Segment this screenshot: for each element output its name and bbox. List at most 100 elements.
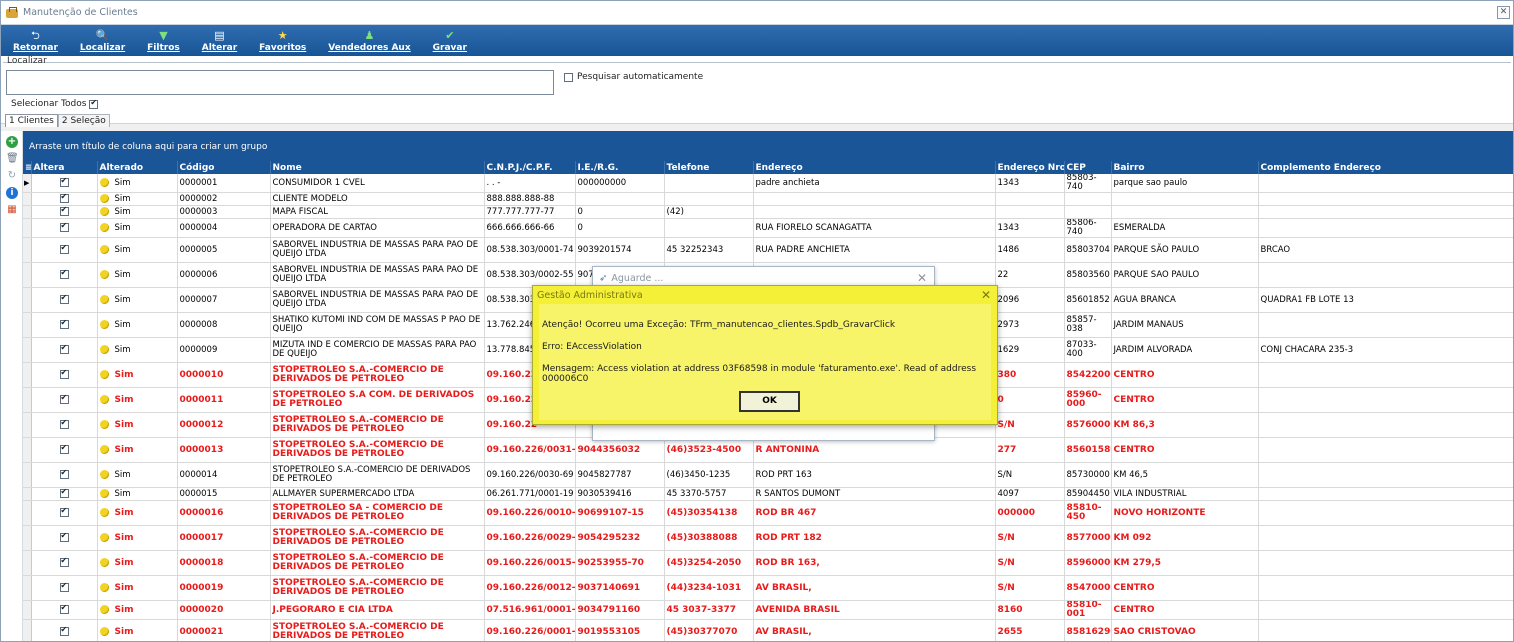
toolbar-button-favoritos[interactable]: ★ Favoritos — [259, 29, 306, 56]
altera-cell[interactable] — [31, 362, 98, 388]
altera-cell[interactable] — [31, 462, 98, 488]
toolbar-button-filtros[interactable]: ▼ Filtros — [147, 29, 180, 56]
column-header-endere-o[interactable]: Endereço — [753, 161, 996, 174]
altera-cell[interactable] — [31, 192, 98, 206]
altera-cell[interactable] — [31, 205, 98, 219]
row-indicator[interactable] — [23, 462, 32, 488]
tab-clientes[interactable]: 1 Clientes — [5, 114, 58, 127]
row-indicator[interactable] — [23, 575, 32, 601]
table-row[interactable]: Sim 0000015ALLMAYER SUPERMERCADO LTDA06.2… — [23, 487, 1513, 501]
window-close-button[interactable]: ✕ — [1497, 6, 1510, 19]
row-indicator[interactable] — [23, 600, 32, 620]
row-indicator[interactable] — [23, 500, 32, 526]
altera-cell[interactable] — [31, 437, 98, 463]
column-header-nome[interactable]: Nome — [270, 161, 485, 174]
row-indicator[interactable]: ▶ — [23, 174, 32, 193]
row-indicator[interactable] — [23, 487, 32, 501]
altera-checkbox[interactable] — [59, 318, 69, 329]
column-header-altera[interactable]: Altera — [31, 161, 98, 174]
error-dialog-close-button[interactable]: ✕ — [981, 288, 991, 302]
row-indicator[interactable] — [23, 619, 32, 641]
ok-button[interactable]: OK — [739, 391, 800, 412]
row-indicator[interactable] — [23, 550, 32, 576]
column-header-endere-o-nro[interactable]: Endereço Nro — [995, 161, 1065, 174]
altera-checkbox[interactable] — [59, 243, 69, 254]
table-row[interactable]: Sim 0000013STOPETROLEO S.A.-COMERCIO DE D… — [23, 437, 1513, 463]
row-indicator[interactable] — [23, 412, 32, 438]
altera-cell[interactable] — [31, 218, 98, 238]
column-header-c-n-p-j-c-p-f-[interactable]: C.N.P.J./C.P.F. — [484, 161, 576, 174]
table-row[interactable]: Sim 0000016STOPETROLEO SA - COMERCIO DE D… — [23, 500, 1513, 526]
table-row[interactable]: Sim 0000003MAPA FISCAL777.777.777-770(42) — [23, 205, 1513, 219]
refresh-icon[interactable]: ↻ — [6, 170, 18, 182]
altera-checkbox[interactable] — [59, 581, 69, 592]
select-all-option[interactable]: Selecionar Todos — [11, 98, 99, 109]
toolbar-button-localizar[interactable]: 🔍 Localizar — [80, 29, 125, 56]
altera-cell[interactable] — [31, 550, 98, 576]
row-indicator[interactable] — [23, 312, 32, 338]
altera-checkbox[interactable] — [59, 343, 69, 354]
tab-selecao[interactable]: 2 Seleção — [57, 114, 110, 127]
altera-cell[interactable] — [31, 600, 98, 620]
grid-settings-icon[interactable]: ▦ — [6, 204, 18, 216]
altera-cell[interactable] — [31, 487, 98, 501]
row-indicator[interactable] — [23, 362, 32, 388]
table-row[interactable]: Sim 0000021STOPETROLEO S.A.-COMERCIO DE D… — [23, 619, 1513, 641]
table-row[interactable]: ▶ Sim 0000001CONSUMIDOR 1 CVEL. . -0000000… — [23, 174, 1513, 193]
altera-cell[interactable] — [31, 287, 98, 313]
altera-checkbox[interactable] — [59, 603, 69, 614]
altera-cell[interactable] — [31, 337, 98, 363]
search-input[interactable] — [6, 70, 554, 95]
info-icon[interactable]: i — [6, 187, 18, 199]
row-indicator[interactable] — [23, 387, 32, 413]
row-indicator[interactable] — [23, 192, 32, 206]
toolbar-button-gravar[interactable]: ✔ Gravar — [433, 29, 467, 56]
auto-search-checkbox[interactable] — [564, 72, 573, 82]
table-row[interactable]: Sim 0000017STOPETROLEO S.A.-COMERCIO DE D… — [23, 525, 1513, 551]
group-by-panel[interactable]: Arraste um título de coluna aqui para cr… — [23, 131, 1513, 161]
table-row[interactable]: Sim 0000014STOPETROLEO S.A.-COMERCIO DE D… — [23, 462, 1513, 488]
table-row[interactable]: Sim 0000019STOPETROLEO S.A.-COMERCIO DE D… — [23, 575, 1513, 601]
altera-cell[interactable] — [31, 525, 98, 551]
table-row[interactable]: Sim 0000005SABORVEL INDUSTRIA DE MASSAS P… — [23, 237, 1513, 263]
row-indicator[interactable] — [23, 437, 32, 463]
altera-cell[interactable] — [31, 174, 98, 193]
altera-checkbox[interactable] — [59, 368, 69, 379]
altera-cell[interactable] — [31, 619, 98, 641]
altera-checkbox[interactable] — [59, 506, 69, 517]
column-header-cep[interactable]: CEP — [1064, 161, 1112, 174]
altera-checkbox[interactable] — [59, 176, 69, 187]
column-header-complemento-endere-o[interactable]: Complemento Endereço — [1258, 161, 1513, 174]
select-all-checkbox[interactable] — [89, 98, 99, 109]
altera-cell[interactable] — [31, 387, 98, 413]
altera-cell[interactable] — [31, 500, 98, 526]
row-indicator[interactable] — [23, 205, 32, 219]
column-header-i-e-r-g-[interactable]: I.E./R.G. — [575, 161, 665, 174]
table-row[interactable]: Sim 0000020J.PEGORARO E CIA LTDA07.516.96… — [23, 600, 1513, 620]
wait-dialog-close-button[interactable]: ✕ — [917, 271, 927, 285]
altera-checkbox[interactable] — [59, 393, 69, 404]
altera-cell[interactable] — [31, 312, 98, 338]
altera-cell[interactable] — [31, 575, 98, 601]
table-row[interactable]: Sim 0000002CLIENTE MODELO888.888.888-88 — [23, 192, 1513, 206]
column-header-bairro[interactable]: Bairro — [1111, 161, 1259, 174]
altera-checkbox[interactable] — [59, 443, 69, 454]
auto-search-option[interactable]: Pesquisar automaticamente — [564, 72, 703, 82]
row-indicator[interactable] — [23, 218, 32, 238]
column-header-c-digo[interactable]: Código — [177, 161, 271, 174]
altera-checkbox[interactable] — [59, 556, 69, 567]
row-indicator[interactable] — [23, 287, 32, 313]
altera-cell[interactable] — [31, 262, 98, 288]
trash-icon[interactable]: 🗑 — [6, 153, 19, 165]
altera-checkbox[interactable] — [59, 488, 69, 498]
row-indicator[interactable] — [23, 525, 32, 551]
table-row[interactable]: Sim 0000004OPERADORA DE CARTAO666.666.666… — [23, 218, 1513, 238]
altera-cell[interactable] — [31, 412, 98, 438]
row-indicator[interactable] — [23, 237, 32, 263]
altera-checkbox[interactable] — [59, 268, 69, 279]
row-indicator[interactable] — [23, 262, 32, 288]
toolbar-button-alterar[interactable]: ▤ Alterar — [202, 29, 237, 56]
column-header-alterado[interactable]: Alterado — [97, 161, 178, 174]
altera-checkbox[interactable] — [59, 468, 69, 479]
table-row[interactable]: Sim 0000018STOPETROLEO S.A.-COMERCIO DE D… — [23, 550, 1513, 576]
